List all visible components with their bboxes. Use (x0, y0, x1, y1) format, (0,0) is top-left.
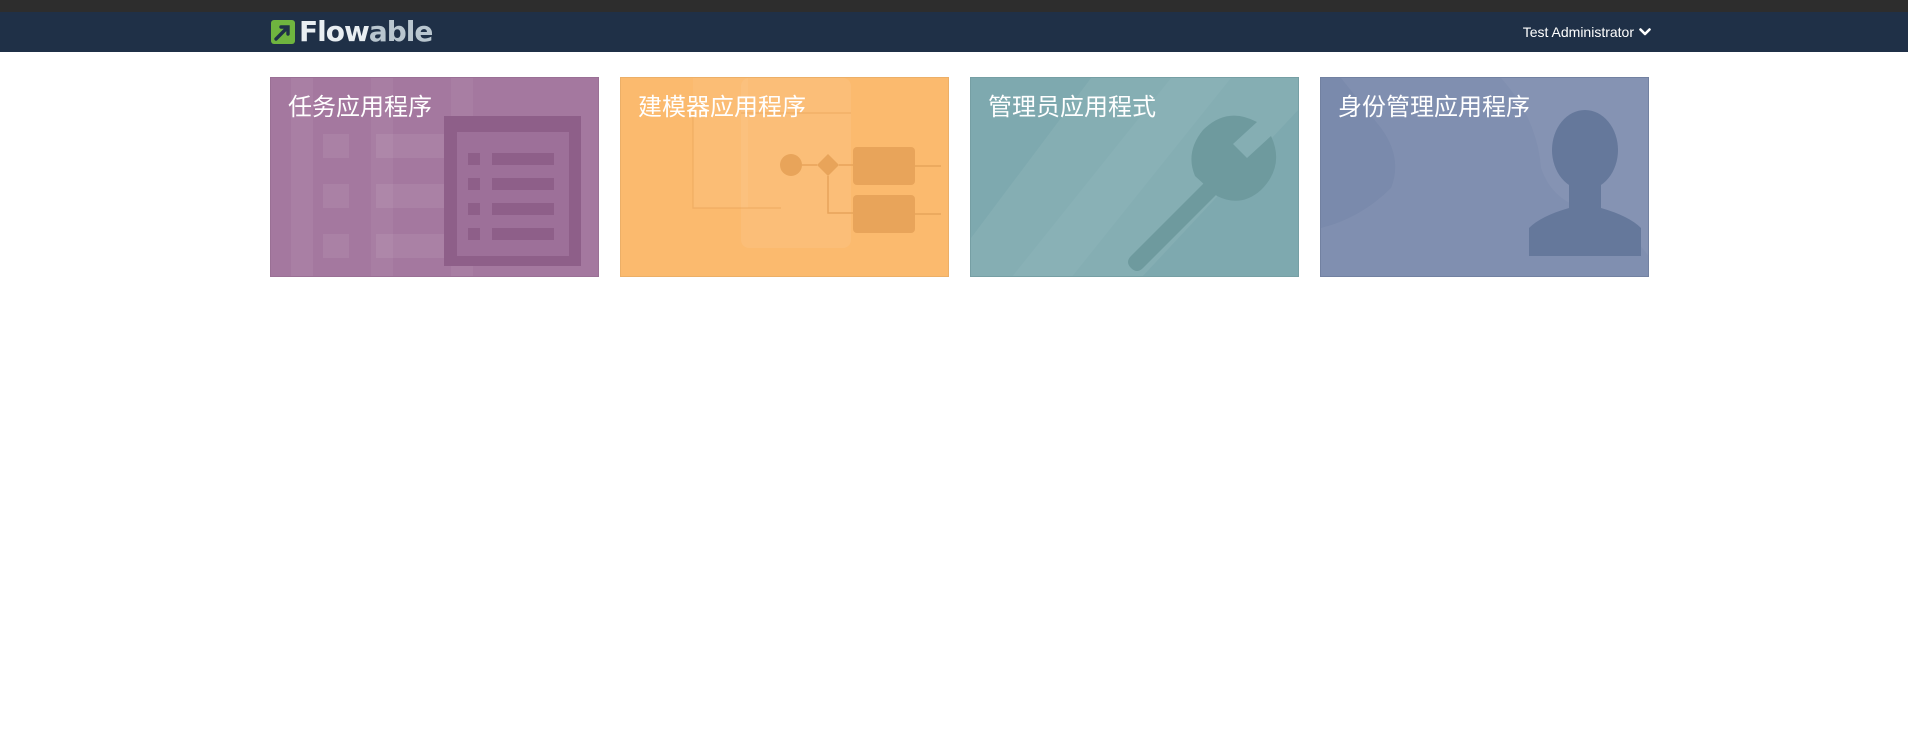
logo-text-main: Flo (299, 15, 345, 48)
user-menu-dropdown[interactable]: Test Administrator (1523, 22, 1651, 42)
tile-title: 身份管理应用程序 (1338, 93, 1530, 121)
browser-top-strip (0, 0, 1908, 12)
tile-identity-app[interactable]: 身份管理应用程序 (1320, 77, 1649, 277)
tile-title: 建模器应用程序 (638, 93, 806, 121)
logo-text-w: w (343, 15, 370, 48)
chevron-down-icon (1639, 28, 1651, 36)
app-tiles-grid: 任务应用程序 建模器应用程序 管理员应用程式 身份管理应用程序 (270, 77, 1651, 277)
flowable-logo[interactable]: Flowable (270, 15, 434, 48)
tile-admin-app[interactable]: 管理员应用程式 (970, 77, 1299, 277)
tile-title: 管理员应用程式 (988, 93, 1156, 121)
logo-wordmark: Flowable (299, 15, 434, 48)
tile-modeler-app[interactable]: 建模器应用程序 (620, 77, 949, 277)
user-name: Test Administrator (1522, 24, 1634, 40)
tile-title: 任务应用程序 (288, 93, 432, 121)
tile-task-app[interactable]: 任务应用程序 (270, 77, 599, 277)
logo-text-rest: able (368, 15, 434, 48)
flowable-logo-icon (271, 20, 295, 44)
